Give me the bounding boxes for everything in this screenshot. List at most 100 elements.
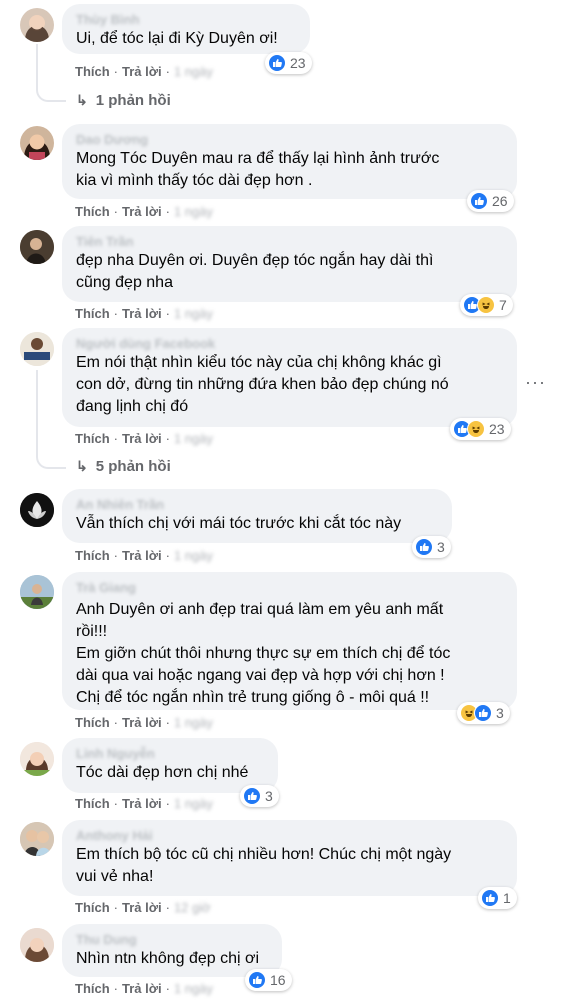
commenter-name[interactable]: An Nhiên Trần (76, 497, 438, 512)
reaction-count: 3 (496, 705, 504, 721)
reaction-count: 26 (492, 193, 508, 209)
comment-time[interactable]: 1 ngày (174, 796, 213, 811)
reaction-count: 3 (437, 539, 445, 555)
more-options-icon[interactable]: ··· (525, 372, 546, 393)
reaction-count: 23 (290, 55, 306, 71)
avatar[interactable] (20, 742, 54, 776)
reaction-count: 3 (265, 788, 273, 804)
reply-button[interactable]: Trả lời (122, 548, 162, 563)
reaction-summary[interactable]: 23 (450, 418, 511, 440)
comment-time[interactable]: 12 giờ (174, 900, 211, 915)
like-button[interactable]: Thích (75, 548, 110, 563)
reaction-summary[interactable]: 3 (240, 785, 279, 807)
like-button[interactable]: Thích (75, 715, 110, 730)
comment-text: Nhìn ntn không đẹp chị ơi (76, 950, 260, 967)
like-button[interactable]: Thích (75, 796, 110, 811)
reaction-count: 16 (270, 972, 286, 988)
view-replies-link[interactable]: ↳ 5 phản hồi (76, 458, 171, 475)
comment-text: đẹp nha Duyên ơi. Duyên đẹp tóc ngắn hay… (76, 252, 434, 291)
reaction-summary[interactable]: 1 (478, 887, 517, 909)
like-button[interactable]: Thích (75, 204, 110, 219)
avatar[interactable] (20, 230, 54, 264)
like-reaction-icon (481, 889, 499, 907)
comment-actions: Thích · Trả lời · 12 giờ (75, 900, 211, 915)
comment-bubble: Anthony Hải Em thích bộ tóc cũ chị nhiều… (62, 820, 517, 896)
reply-button[interactable]: Trả lời (122, 715, 162, 730)
comment-time[interactable]: 1 ngày (174, 715, 213, 730)
like-reaction-icon (474, 704, 492, 722)
comment-actions: Thích · Trả lời · 1 ngày (75, 204, 213, 219)
reaction-summary[interactable]: 23 (265, 52, 312, 74)
thread-connector (36, 453, 66, 469)
like-reaction-icon (248, 971, 266, 989)
comment-bubble: Tiên Trần đẹp nha Duyên ơi. Duyên đẹp tó… (62, 226, 517, 302)
comment-bubble: An Nhiên Trần Vẫn thích chị với mái tóc … (62, 489, 452, 543)
comment-actions: Thích · Trả lời · 1 ngày (75, 548, 213, 563)
commenter-name[interactable]: Thùy Bình (76, 12, 296, 27)
commenter-name[interactable]: Anthony Hải (76, 828, 503, 843)
thread-connector (36, 86, 66, 102)
comment-time[interactable]: 1 ngày (174, 981, 213, 996)
like-button[interactable]: Thích (75, 64, 110, 79)
reaction-summary[interactable]: 16 (245, 969, 292, 991)
comment-time[interactable]: 1 ngày (174, 306, 213, 321)
comment-text: Vẫn thích chị với mái tóc trước khi cắt … (76, 515, 402, 532)
like-reaction-icon (470, 192, 488, 210)
comment-time[interactable]: 1 ngày (174, 204, 213, 219)
like-button[interactable]: Thích (75, 306, 110, 321)
commenter-name[interactable]: Tiên Trần (76, 234, 503, 249)
reply-button[interactable]: Trả lời (122, 431, 162, 446)
commenter-name[interactable]: Trà Giang (76, 580, 503, 595)
commenter-name[interactable]: Linh Nguyễn (76, 746, 264, 761)
haha-reaction-icon (477, 296, 495, 314)
like-button[interactable]: Thích (75, 900, 110, 915)
comment-bubble: Thu Dung Nhìn ntn không đẹp chị ơi (62, 924, 282, 977)
comment-text: Em thích bộ tóc cũ chị nhiều hơn! Chúc c… (76, 846, 452, 885)
reply-button[interactable]: Trả lời (122, 204, 162, 219)
comment-actions: Thích · Trả lời · 1 ngày (75, 431, 213, 446)
replies-count-label: 5 phản hồi (95, 458, 171, 475)
avatar[interactable] (20, 928, 54, 962)
comment-bubble: Trà Giang Anh Duyên ơi anh đẹp trai quá … (62, 572, 517, 710)
reaction-summary[interactable]: 7 (460, 294, 513, 316)
avatar[interactable] (20, 822, 54, 856)
comment-text: Mong Tóc Duyên mau ra để thấy lại hình ả… (76, 150, 440, 189)
avatar[interactable] (20, 8, 54, 42)
replies-count-label: 1 phản hồi (95, 92, 171, 109)
reply-button[interactable]: Trả lời (122, 796, 162, 811)
view-replies-link[interactable]: ↳ 1 phản hồi (76, 92, 171, 109)
like-reaction-icon (268, 54, 286, 72)
comment-actions: Thích · Trả lời · 1 ngày (75, 306, 213, 321)
reaction-summary[interactable]: 26 (467, 190, 514, 212)
avatar[interactable] (20, 126, 54, 160)
reply-arrow-icon: ↳ (76, 92, 88, 108)
reply-arrow-icon: ↳ (76, 458, 88, 474)
comment-text: Tóc dài đẹp hơn chị nhé (76, 764, 249, 781)
reaction-count: 7 (499, 297, 507, 313)
reply-button[interactable]: Trả lời (122, 981, 162, 996)
reply-button[interactable]: Trả lời (122, 900, 162, 915)
like-reaction-icon (415, 538, 433, 556)
thread-line (36, 370, 38, 455)
reply-button[interactable]: Trả lời (122, 306, 162, 321)
reaction-summary[interactable]: 3 (457, 702, 510, 724)
avatar[interactable] (20, 332, 54, 366)
comment-time[interactable]: 1 ngày (174, 431, 213, 446)
comment-time[interactable]: 1 ngày (174, 64, 213, 79)
comment-bubble: Dao Dương Mong Tóc Duyên mau ra để thấy … (62, 124, 517, 199)
avatar[interactable] (20, 575, 54, 609)
commenter-name[interactable]: Thu Dung (76, 932, 268, 947)
haha-reaction-icon (467, 420, 485, 438)
reaction-count: 23 (489, 421, 505, 437)
avatar[interactable] (20, 493, 54, 527)
reaction-summary[interactable]: 3 (412, 536, 451, 558)
reply-button[interactable]: Trả lời (122, 64, 162, 79)
comment-time[interactable]: 1 ngày (174, 548, 213, 563)
like-button[interactable]: Thích (75, 981, 110, 996)
commenter-name[interactable]: Dao Dương (76, 132, 503, 147)
comment-bubble: Người dùng Facebook Em nói thật nhìn kiể… (62, 328, 517, 427)
commenter-name[interactable]: Người dùng Facebook (76, 336, 503, 351)
like-button[interactable]: Thích (75, 431, 110, 446)
comment-actions: Thích · Trả lời · 1 ngày (75, 715, 213, 730)
comment-bubble: Linh Nguyễn Tóc dài đẹp hơn chị nhé (62, 738, 278, 793)
